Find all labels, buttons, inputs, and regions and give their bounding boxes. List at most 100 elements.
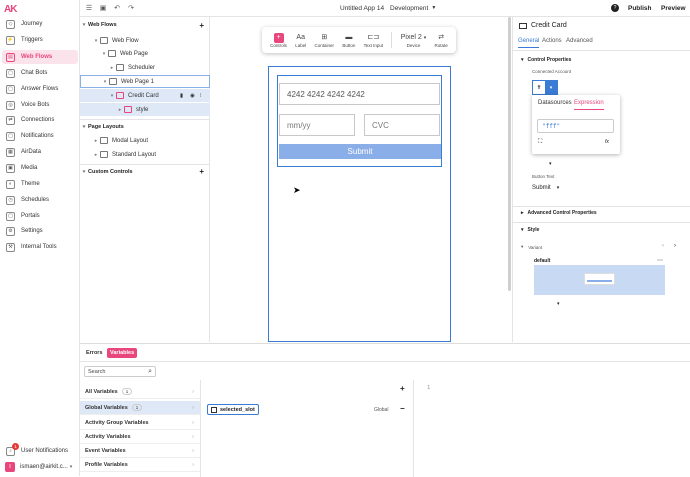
tree-item-web-page-1[interactable]: ▾ Web Page 1 xyxy=(80,75,210,88)
tree-item-web-page[interactable]: ▾ Web Page xyxy=(80,47,210,60)
variable-search-input[interactable]: Search ⌕ xyxy=(84,366,156,377)
more-icon[interactable]: ⁞ xyxy=(200,93,202,99)
chevron-right-icon: ▸ xyxy=(94,137,98,144)
expiry-field[interactable]: mm/yy xyxy=(279,114,355,136)
undo-icon[interactable]: ↶ xyxy=(112,3,122,13)
notifications-icon: ▢ xyxy=(6,131,15,141)
expression-input[interactable]: "fff" xyxy=(537,119,614,133)
web-flows-section-header[interactable]: ▾ Web Flows + xyxy=(80,18,210,32)
variant-preview[interactable] xyxy=(534,265,665,295)
tab-advanced[interactable]: Advanced xyxy=(566,38,593,44)
advanced-control-properties-header[interactable]: ▸ Advanced Control Properties xyxy=(521,210,597,216)
function-icon[interactable]: fx xyxy=(605,139,609,145)
credit-card-icon xyxy=(519,22,527,29)
nav-item-airdata[interactable]: ▦ AirData xyxy=(2,145,78,159)
tree-item-style[interactable]: ▸ style xyxy=(80,103,210,116)
container-button[interactable]: ⊞ Container xyxy=(315,33,335,48)
nav-item-internal-tools[interactable]: ⚒ Internal Tools xyxy=(2,240,78,254)
nav-item-schedules[interactable]: ◷ Schedules xyxy=(2,193,78,207)
device-select[interactable]: Pixel 2 ▾ Device xyxy=(401,33,426,48)
variable-value-editor[interactable] xyxy=(440,382,688,476)
controls-button[interactable]: + Controls xyxy=(270,32,287,48)
preview-button[interactable]: Preview xyxy=(661,5,686,12)
delete-icon[interactable]: ▮ xyxy=(180,93,183,99)
nav-item-web-flows[interactable]: ▤ Web Flows xyxy=(2,50,78,64)
chevron-down-icon[interactable]: ▾ xyxy=(545,81,557,94)
user-notifications-button[interactable]: ♪ 1 User Notifications xyxy=(2,442,78,458)
environment-select[interactable]: Development ▼ xyxy=(390,5,436,12)
nav-item-portals[interactable]: ▢ Portals xyxy=(2,209,78,223)
nav-item-connections[interactable]: ⇄ Connections xyxy=(2,113,78,127)
nav-item-voice-bots[interactable]: ◎ Voice Bots xyxy=(2,98,78,112)
button-button[interactable]: ▬ Button xyxy=(342,33,355,48)
add-icon[interactable]: + xyxy=(199,21,204,30)
chevron-down-icon[interactable]: ▾ xyxy=(549,161,552,167)
nav-item-journey[interactable]: ◇ Journey xyxy=(2,17,78,31)
tab-datasources[interactable]: Datasources xyxy=(538,100,572,106)
panel-resize-handle[interactable] xyxy=(508,17,511,291)
save-icon[interactable]: ▣ xyxy=(98,3,108,13)
chevron-down-icon[interactable]: ▾ xyxy=(557,301,560,307)
tab-actions[interactable]: Actions xyxy=(542,38,562,44)
tab-expression[interactable]: Expression xyxy=(574,100,604,110)
tree-item-modal-layout[interactable]: ▸ Modal Layout xyxy=(80,134,210,147)
nav-item-answer-flows[interactable]: ▢ Answer Flows xyxy=(2,82,78,96)
nav-item-media[interactable]: ▣ Media xyxy=(2,161,78,175)
add-icon: + xyxy=(273,32,284,43)
label-button[interactable]: Aa Label xyxy=(295,33,306,48)
add-variable-icon[interactable]: + xyxy=(400,384,405,393)
category-event-variables[interactable]: Event Variables › xyxy=(80,444,200,458)
credit-card-control[interactable]: 4242 4242 4242 4242 mm/yy CVC Submit xyxy=(277,75,442,167)
tab-general[interactable]: General xyxy=(518,38,540,48)
remove-variable-icon[interactable]: − xyxy=(400,404,405,413)
variable-chip[interactable]: selected_slot xyxy=(207,404,259,415)
card-number-field[interactable]: 4242 4242 4242 4242 xyxy=(279,83,440,105)
app-title[interactable]: Untitled App 14 xyxy=(340,5,384,12)
tree-item-credit-card[interactable]: ▾ Credit Card ▮ ◉ ⁞ xyxy=(80,89,210,102)
chevron-right-icon[interactable]: › xyxy=(674,243,676,249)
connected-account-select[interactable]: ff ▾ xyxy=(532,80,558,95)
cvc-field[interactable]: CVC xyxy=(364,114,440,136)
user-account-button[interactable]: I ismaen@airkit.c... ▾ xyxy=(2,460,78,474)
section-divider xyxy=(513,206,690,207)
nav-item-triggers[interactable]: ⚡ Triggers xyxy=(2,33,78,47)
category-activity-group-variables[interactable]: Activity Group Variables › xyxy=(80,416,200,430)
help-icon[interactable]: ? xyxy=(611,4,619,12)
value-popover: Datasources Expression "fff" ⛶ fx xyxy=(532,95,620,154)
variable-type-icon xyxy=(211,406,217,413)
tab-errors[interactable]: Errors xyxy=(86,350,103,356)
menu-icon[interactable]: ☰ xyxy=(84,3,94,13)
variant-preview-card xyxy=(584,273,615,285)
add-icon[interactable]: + xyxy=(199,167,204,176)
container-icon: ⊞ xyxy=(321,33,328,41)
nav-item-theme[interactable]: ◐ Theme xyxy=(2,177,78,191)
category-global-variables[interactable]: Global Variables 1 › xyxy=(80,401,200,415)
nav-item-settings[interactable]: ⚙ Settings xyxy=(2,224,78,238)
button-text-select[interactable]: Submit ▾ xyxy=(532,185,559,191)
schedules-icon: ◷ xyxy=(6,195,15,205)
style-section-header[interactable]: ▾ Style xyxy=(521,227,539,233)
rotate-button[interactable]: ⇄ Rotate xyxy=(435,33,448,48)
category-all-variables[interactable]: All Variables 1 › xyxy=(80,385,200,399)
custom-controls-section-header[interactable]: ▾ Custom Controls + xyxy=(80,164,210,178)
more-icon[interactable]: ⋯ xyxy=(657,257,663,264)
redo-icon[interactable]: ↷ xyxy=(126,3,136,13)
page-layouts-section-header[interactable]: ▾ Page Layouts xyxy=(80,119,210,133)
tab-variables[interactable]: Variables xyxy=(107,348,138,358)
nav-item-notifications[interactable]: ▢ Notifications xyxy=(2,129,78,143)
tree-item-scheduler[interactable]: ▸ Scheduler xyxy=(80,61,210,74)
chevron-left-icon[interactable]: ‹ xyxy=(662,243,664,249)
publish-button[interactable]: Publish xyxy=(628,5,651,12)
search-icon[interactable]: ⌕ xyxy=(148,368,152,376)
tree-item-standard-layout[interactable]: ▸ Standard Layout xyxy=(80,148,210,161)
nav-item-chat-bots[interactable]: ▢ Chat Bots xyxy=(2,66,78,80)
toolbar-divider xyxy=(391,32,393,48)
category-profile-variables[interactable]: Profile Variables › xyxy=(80,458,200,472)
control-properties-header[interactable]: ▾ Control Properties xyxy=(521,57,571,63)
category-activity-variables[interactable]: Activity Variables › xyxy=(80,430,200,444)
tree-item-web-flow[interactable]: ▾ Web Flow xyxy=(80,34,210,47)
expand-icon[interactable]: ⛶ xyxy=(538,139,542,146)
submit-button[interactable]: Submit xyxy=(279,144,441,159)
text-input-button[interactable]: ⊏⊐ Text Input xyxy=(364,33,384,48)
copy-icon[interactable]: ◉ xyxy=(190,93,195,99)
